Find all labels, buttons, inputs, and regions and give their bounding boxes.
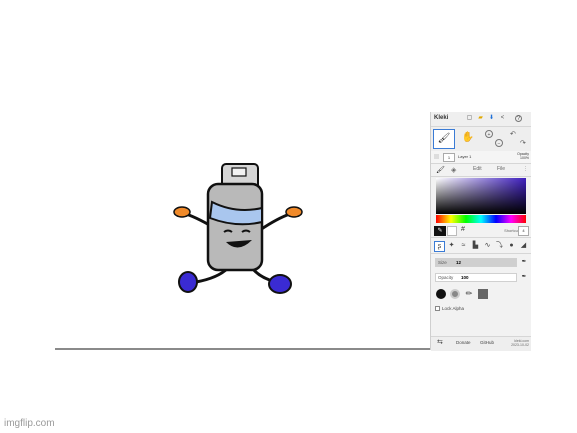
- tab-file[interactable]: File: [497, 166, 505, 172]
- color-row: ✎ # Shortcut 4: [431, 225, 531, 238]
- version-info: kleki.com 2023-10-02: [511, 339, 529, 347]
- hand-icon: ✋: [461, 132, 475, 143]
- app-logo: Kleki: [434, 115, 449, 121]
- saturation-value-area[interactable]: [436, 178, 526, 214]
- character-drawing: [173, 163, 303, 294]
- pen-pressure-size-icon[interactable]: ✒: [520, 258, 528, 266]
- footer-bar: ⇆ Donate GitHub kleki.com 2023-10-02: [431, 336, 531, 351]
- layers-icon[interactable]: ◈: [451, 166, 456, 174]
- left-foot-shape: [178, 271, 198, 293]
- layer-thumbnail: [434, 154, 439, 159]
- layer-name: Layer 1: [458, 154, 472, 159]
- soft-brush-preset[interactable]: [450, 289, 460, 299]
- share-icon[interactable]: <: [499, 115, 506, 122]
- new-file-icon[interactable]: ▢: [466, 115, 473, 122]
- pencil-preset-icon[interactable]: ✏: [464, 289, 474, 299]
- undo-icon[interactable]: ↶: [510, 130, 516, 138]
- tab-bar: 🖌 ◈ Edit File ⋮: [431, 164, 531, 177]
- watermark: imgflip.com: [4, 418, 55, 429]
- download-icon[interactable]: ⬇: [488, 115, 495, 122]
- brush-tool-button[interactable]: 🖌: [433, 129, 455, 149]
- more-menu-icon[interactable]: ⋮: [523, 166, 528, 172]
- pen-pressure-opacity-icon[interactable]: ✒: [520, 273, 528, 281]
- github-button[interactable]: GitHub: [480, 340, 494, 345]
- right-foot-shape: [268, 274, 292, 294]
- eyedropper-icon[interactable]: ✎: [434, 226, 446, 236]
- open-folder-icon[interactable]: ▰: [477, 115, 484, 122]
- shortcut-label: Shortcut: [504, 228, 519, 233]
- lock-alpha-row[interactable]: Lock Alpha: [431, 304, 531, 314]
- layer-row[interactable]: 1 Layer 1 Opacity 100%: [431, 151, 531, 164]
- size-label: Size: [438, 260, 447, 265]
- color-picker[interactable]: [436, 178, 526, 224]
- hue-slider[interactable]: [436, 215, 526, 223]
- hand-tool-button[interactable]: ✋: [460, 130, 476, 146]
- brush-preset-row: ✏: [431, 288, 531, 302]
- opacity-value: 100: [461, 275, 469, 280]
- size-value: 12: [456, 260, 462, 265]
- redo-icon[interactable]: ↷: [520, 139, 526, 147]
- swap-icon[interactable]: ⇆: [437, 338, 443, 346]
- kleki-toolbar-panel: Kleki ▢ ▰ ⬇ < ? 🖌 ✋ + − ↶ ↷ 1 Layer 1 Op…: [430, 112, 531, 351]
- brush-icon: 🖌: [437, 133, 451, 144]
- smudge-brush-icon[interactable]: ⤵: [495, 241, 504, 250]
- fill-brush-icon[interactable]: ●: [507, 241, 516, 250]
- lock-alpha-checkbox[interactable]: [435, 306, 440, 311]
- pen-brush-icon[interactable]: ʂ: [434, 241, 445, 252]
- secondary-color-swatch[interactable]: [447, 226, 457, 236]
- tab-edit[interactable]: Edit: [473, 166, 482, 172]
- zoom-in-icon[interactable]: +: [485, 130, 493, 138]
- eraser-icon[interactable]: ◢: [519, 241, 528, 250]
- blend-brush-icon[interactable]: ✦: [447, 241, 456, 250]
- opacity-label: Opacity: [438, 275, 454, 280]
- pixel-brush-icon[interactable]: ▙: [471, 241, 480, 250]
- size-slider[interactable]: Size 12: [435, 258, 517, 267]
- lock-alpha-label: Lock Alpha: [442, 306, 465, 311]
- sketchy-brush-icon[interactable]: ≈: [459, 241, 468, 250]
- help-icon[interactable]: ?: [515, 115, 522, 122]
- shortcut-select[interactable]: 4: [518, 226, 529, 236]
- hex-input-label[interactable]: #: [461, 226, 465, 233]
- right-hand-shape: [285, 206, 303, 218]
- tool-row: 🖌 ✋ + − ↶ ↷: [431, 127, 531, 152]
- brush-type-row: ʂ ✦ ≈ ▙ ∿ ⤵ ● ◢: [431, 239, 531, 254]
- layer-opacity: Opacity 100%: [517, 152, 529, 160]
- left-hand-shape: [173, 206, 191, 218]
- square-brush-preset[interactable]: [478, 289, 488, 299]
- chemy-brush-icon[interactable]: ∿: [483, 241, 492, 250]
- zoom-out-icon[interactable]: −: [495, 139, 503, 147]
- opacity-slider[interactable]: Opacity 100: [435, 273, 517, 282]
- layer-number: 1: [443, 153, 455, 162]
- round-brush-preset[interactable]: [436, 289, 446, 299]
- top-bar: Kleki ▢ ▰ ⬇ < ?: [431, 112, 531, 127]
- donate-button[interactable]: Donate: [456, 340, 471, 345]
- brush-tab-icon[interactable]: 🖌: [436, 166, 445, 174]
